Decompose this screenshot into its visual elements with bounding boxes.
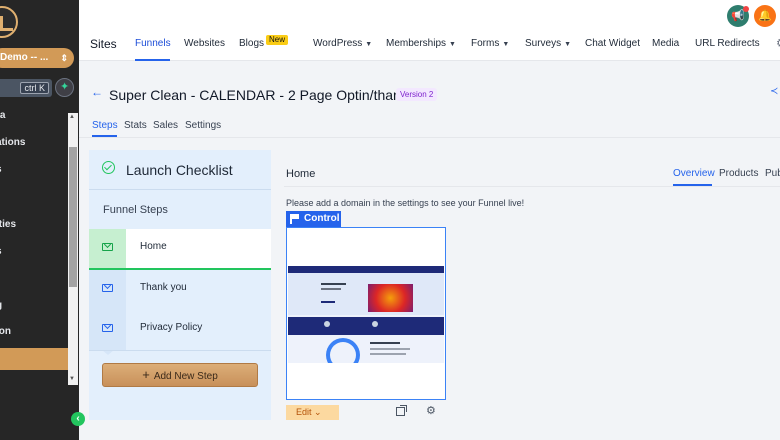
preview-card-actions: Edit ⌄ ⚙ — [286, 405, 446, 420]
tab-stats[interactable]: Stats — [124, 120, 147, 131]
domain-notice: Please add a domain in the settings to s… — [286, 198, 525, 208]
menu-item-memberships[interactable]: Memberships ▼ — [386, 38, 456, 49]
check-circle-icon — [102, 161, 115, 174]
sidebar-item[interactable]: ion — [0, 326, 11, 337]
back-arrow-icon[interactable]: ← — [91, 85, 103, 99]
step-row-thank-you[interactable]: Thank you — [89, 270, 271, 315]
left-sidebar: Demo -- ... ⇕ ctrl K ra ations s ities s g ion… — [0, 0, 79, 440]
step-label: Privacy Policy — [140, 322, 203, 333]
sidebar-item[interactable]: ities — [0, 219, 16, 230]
collapse-sidebar-button[interactable]: ‹ — [71, 412, 85, 426]
bell-icon[interactable]: 🔔 — [754, 5, 776, 27]
page-preview-card[interactable] — [286, 227, 446, 400]
mail-icon — [102, 324, 113, 332]
menu-item-chat-widget[interactable]: Chat Widget — [585, 38, 640, 49]
menu-item-wordpress[interactable]: WordPress ▼ — [313, 38, 372, 49]
sites-menubar: Sites Funnels Websites Blogs New WordPre… — [79, 30, 780, 61]
scroll-down-icon[interactable]: ▼ — [69, 376, 75, 382]
add-new-step-button[interactable]: + Add New Step — [102, 363, 258, 387]
divider — [89, 189, 271, 190]
gear-icon[interactable]: ⚙ — [426, 404, 436, 417]
divider — [284, 186, 780, 187]
page-thumbnail — [288, 266, 444, 363]
chevron-down-icon: ▼ — [365, 41, 373, 48]
share-icon[interactable]: ≺ — [770, 86, 778, 97]
active-menu-underline — [135, 59, 170, 61]
sidebar-scrollbar[interactable]: ▲ ▼ — [68, 113, 78, 385]
tab-divider — [79, 137, 780, 138]
version-badge: Version 2 — [396, 88, 438, 101]
scroll-up-icon[interactable]: ▲ — [69, 114, 75, 120]
search-shortcut-hint: ctrl K — [20, 82, 49, 94]
top-header: 📢 🔔 — [79, 0, 780, 30]
step-row-privacy-policy[interactable]: Privacy Policy — [89, 310, 271, 355]
menu-item-media[interactable]: Media — [652, 38, 679, 49]
edit-button[interactable]: Edit ⌄ — [286, 405, 339, 420]
account-name: Demo -- ... — [0, 52, 49, 63]
menu-item-websites[interactable]: Websites — [184, 38, 225, 49]
chevron-down-icon: ▼ — [502, 41, 510, 48]
mail-icon — [102, 243, 113, 251]
tab-sales[interactable]: Sales — [153, 120, 178, 131]
sidebar-item[interactable]: s — [0, 246, 2, 257]
menu-item-surveys[interactable]: Surveys ▼ — [525, 38, 571, 49]
tab-steps[interactable]: Steps — [92, 120, 118, 131]
scrollbar-thumb[interactable] — [69, 147, 77, 287]
account-switcher[interactable]: Demo -- ... ⇕ — [0, 48, 74, 68]
ai-assistant-icon[interactable] — [55, 78, 74, 97]
menu-item-url-redirects[interactable]: URL Redirects — [695, 38, 760, 49]
funnel-steps-heading: Funnel Steps — [103, 204, 168, 216]
control-variant-tag: Control — [286, 211, 341, 227]
tab-overview[interactable]: Overview — [673, 168, 715, 179]
up-down-chevron-icon: ⇕ — [60, 53, 68, 63]
notification-dot — [743, 6, 749, 12]
divider — [89, 350, 271, 351]
quick-search-input[interactable]: ctrl K — [0, 79, 52, 97]
tab-publishing[interactable]: Pub — [765, 168, 780, 179]
tab-settings[interactable]: Settings — [185, 120, 221, 131]
funnel-steps-panel: Launch Checklist Funnel Steps Home Thank… — [89, 150, 271, 420]
plus-icon: + — [142, 367, 150, 382]
funnel-title: Super Clean - CALENDAR - 2 Page Optin/th… — [109, 87, 415, 103]
menu-item-blogs[interactable]: Blogs — [239, 38, 264, 49]
mail-icon — [102, 284, 113, 292]
menu-title: Sites — [90, 37, 117, 51]
chevron-down-icon: ▼ — [564, 41, 572, 48]
menu-item-forms[interactable]: Forms ▼ — [471, 38, 509, 49]
chevron-down-icon: ▼ — [449, 41, 456, 48]
step-row-home[interactable]: Home — [89, 229, 271, 270]
tab-products[interactable]: Products — [719, 168, 758, 179]
sidebar-item[interactable]: ra — [0, 110, 5, 121]
gear-icon[interactable]: ⚙ — [776, 36, 780, 50]
sidebar-item-active[interactable] — [0, 348, 68, 370]
step-label: Thank you — [140, 282, 187, 293]
company-logo[interactable] — [0, 6, 18, 38]
new-badge: New — [266, 35, 289, 45]
sidebar-item[interactable]: s — [0, 164, 2, 175]
step-label: Home — [140, 241, 167, 252]
step-heading: Home — [286, 168, 316, 180]
launch-checklist-title[interactable]: Launch Checklist — [126, 162, 233, 178]
sidebar-item[interactable]: ations — [0, 137, 25, 148]
sidebar-item[interactable]: g — [0, 300, 2, 311]
external-link-icon[interactable] — [396, 405, 407, 416]
menu-item-funnels[interactable]: Funnels — [135, 38, 171, 49]
flag-icon — [290, 214, 299, 224]
